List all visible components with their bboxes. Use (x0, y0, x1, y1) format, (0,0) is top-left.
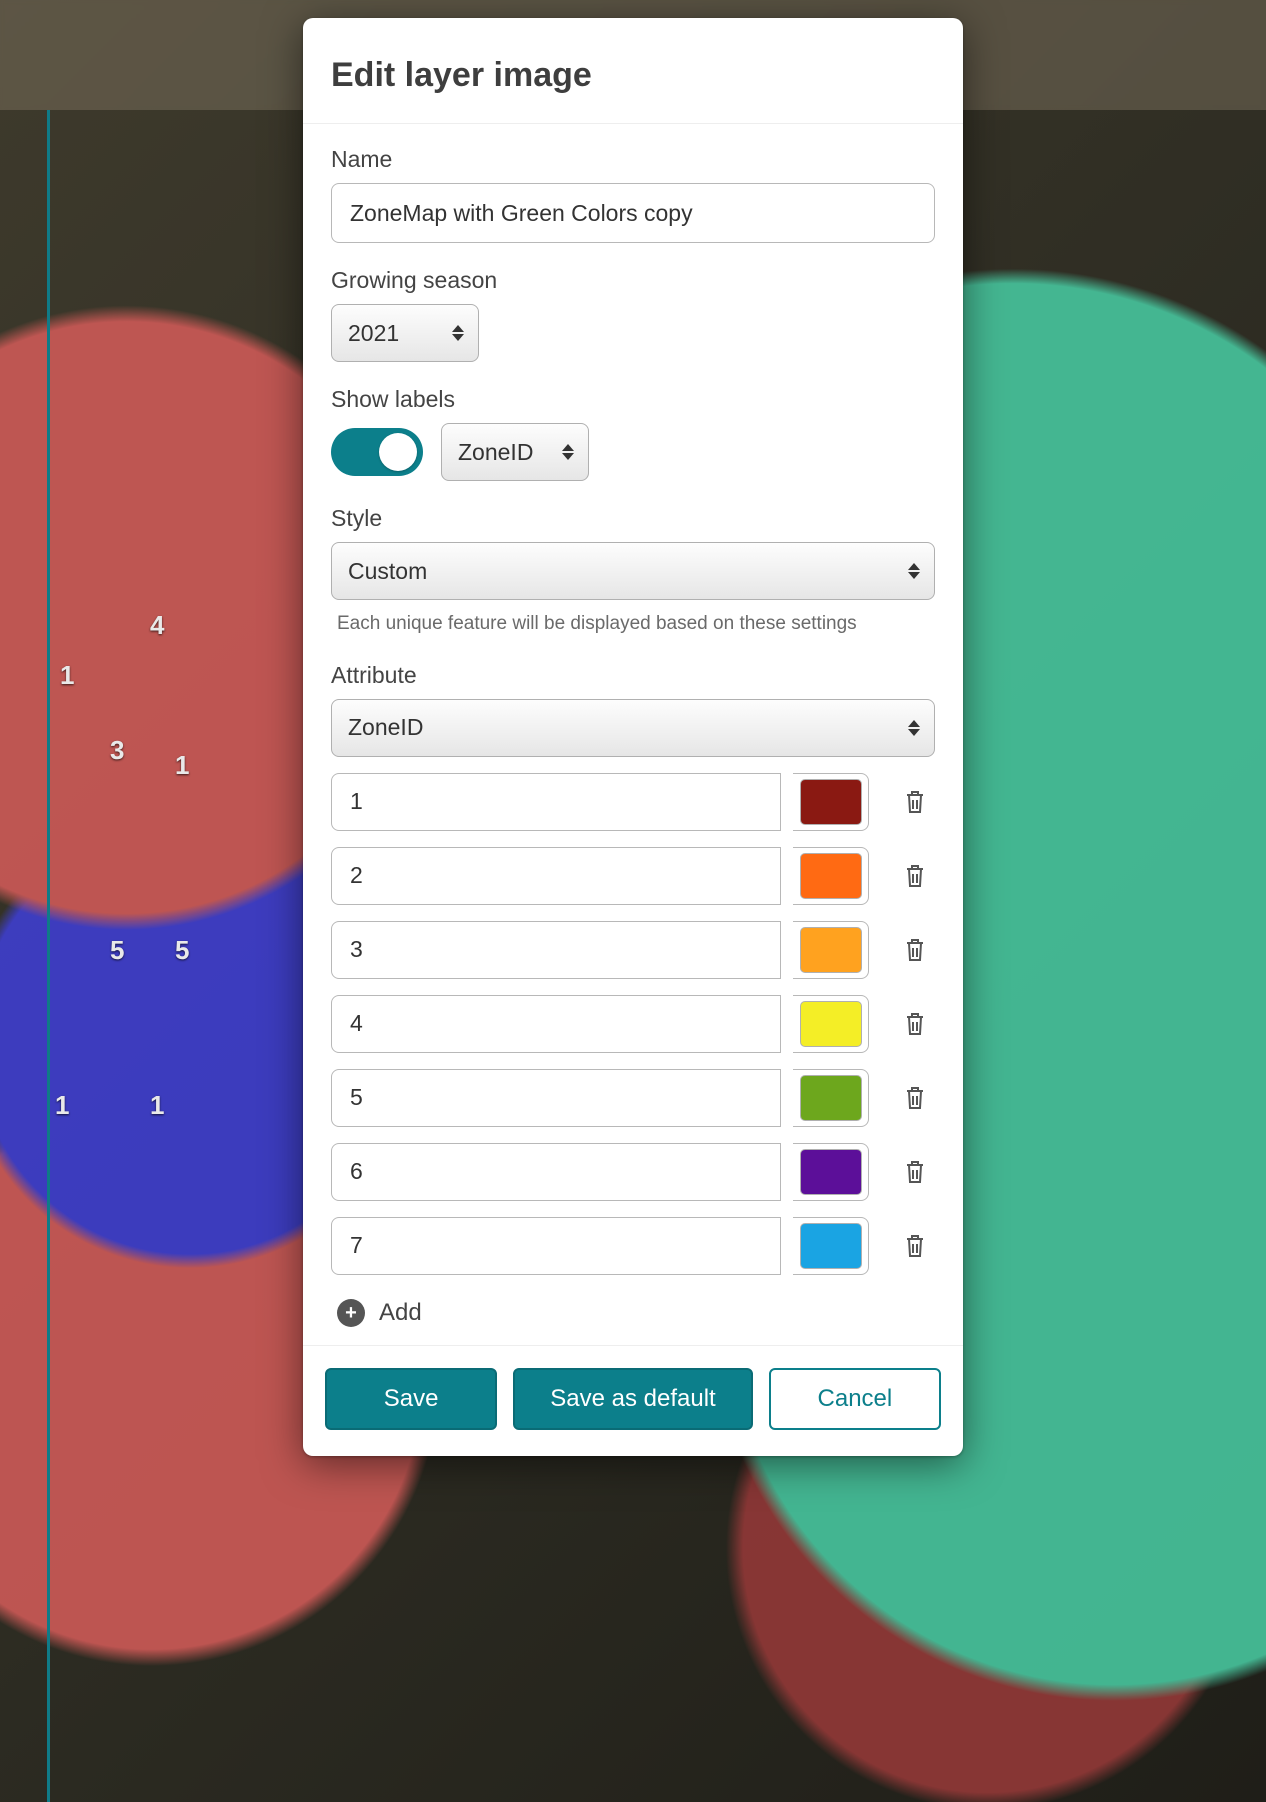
show-labels-label: Show labels (331, 386, 935, 413)
map-zone-label: 5 (110, 935, 124, 966)
toggle-knob (379, 433, 417, 471)
edit-layer-modal: Edit layer image Name Growing season 202… (303, 18, 963, 1456)
season-select[interactable]: 2021 (331, 304, 479, 362)
attribute-value-input[interactable] (331, 773, 781, 831)
color-swatch[interactable] (800, 1223, 862, 1269)
attribute-row (331, 847, 935, 905)
add-attribute-button[interactable]: + Add (337, 1299, 935, 1327)
dropdown-arrows-icon (452, 325, 464, 341)
delete-row-button[interactable] (895, 782, 935, 822)
field-style: Style Custom Each unique feature will be… (331, 505, 935, 638)
style-value: Custom (348, 558, 427, 585)
map-zone-label: 1 (60, 660, 74, 691)
attribute-row (331, 773, 935, 831)
dropdown-arrows-icon (908, 563, 920, 579)
save-default-button-label: Save as default (550, 1385, 715, 1413)
attribute-row (331, 921, 935, 979)
dropdown-arrows-icon (562, 444, 574, 460)
color-swatch[interactable] (800, 1149, 862, 1195)
style-help-text: Each unique feature will be displayed ba… (331, 610, 935, 638)
field-attribute: Attribute ZoneID (331, 662, 935, 1327)
attribute-value-input[interactable] (331, 1069, 781, 1127)
save-button-label: Save (384, 1385, 439, 1413)
attribute-row (331, 995, 935, 1053)
delete-row-button[interactable] (895, 1004, 935, 1044)
map-zone-label: 1 (150, 1090, 164, 1121)
style-select[interactable]: Custom (331, 542, 935, 600)
color-swatch[interactable] (800, 927, 862, 973)
show-labels-toggle[interactable] (331, 428, 423, 476)
save-button[interactable]: Save (325, 1368, 497, 1430)
modal-title: Edit layer image (331, 56, 935, 95)
delete-row-button[interactable] (895, 1226, 935, 1266)
season-label: Growing season (331, 267, 935, 294)
attribute-row (331, 1143, 935, 1201)
cancel-button[interactable]: Cancel (769, 1368, 941, 1430)
field-name: Name (331, 146, 935, 243)
name-label: Name (331, 146, 935, 173)
season-value: 2021 (348, 320, 399, 347)
color-swatch-cell (793, 1217, 869, 1275)
attribute-value-input[interactable] (331, 1143, 781, 1201)
delete-row-button[interactable] (895, 1078, 935, 1118)
attribute-row (331, 1217, 935, 1275)
color-swatch-cell (793, 995, 869, 1053)
attribute-select[interactable]: ZoneID (331, 699, 935, 757)
attribute-label: Attribute (331, 662, 935, 689)
style-label: Style (331, 505, 935, 532)
delete-row-button[interactable] (895, 930, 935, 970)
color-swatch-cell (793, 1143, 869, 1201)
attribute-color-rows (331, 773, 935, 1275)
map-zone-label: 4 (150, 610, 164, 641)
attribute-value-input[interactable] (331, 1217, 781, 1275)
map-zone-label: 5 (175, 935, 189, 966)
modal-footer: Save Save as default Cancel (303, 1345, 963, 1456)
attribute-value-input[interactable] (331, 995, 781, 1053)
labels-field-value: ZoneID (458, 439, 533, 466)
modal-body: Name Growing season 2021 Show labels Zon… (303, 124, 963, 1345)
map-zone-label: 3 (110, 735, 124, 766)
plus-circle-icon: + (337, 1299, 365, 1327)
attribute-value: ZoneID (348, 714, 423, 741)
dropdown-arrows-icon (908, 720, 920, 736)
map-zone-label: 1 (55, 1090, 69, 1121)
labels-field-select[interactable]: ZoneID (441, 423, 589, 481)
save-as-default-button[interactable]: Save as default (513, 1368, 753, 1430)
modal-header: Edit layer image (303, 18, 963, 124)
field-show-labels: Show labels ZoneID (331, 386, 935, 481)
color-swatch-cell (793, 773, 869, 831)
attribute-value-input[interactable] (331, 847, 781, 905)
field-growing-season: Growing season 2021 (331, 267, 935, 362)
delete-row-button[interactable] (895, 1152, 935, 1192)
color-swatch-cell (793, 847, 869, 905)
color-swatch[interactable] (800, 853, 862, 899)
color-swatch[interactable] (800, 779, 862, 825)
name-input[interactable] (331, 183, 935, 243)
color-swatch-cell (793, 921, 869, 979)
add-label: Add (379, 1299, 422, 1327)
map-zone-label: 1 (175, 750, 189, 781)
attribute-row (331, 1069, 935, 1127)
color-swatch[interactable] (800, 1001, 862, 1047)
attribute-value-input[interactable] (331, 921, 781, 979)
color-swatch-cell (793, 1069, 869, 1127)
delete-row-button[interactable] (895, 856, 935, 896)
color-swatch[interactable] (800, 1075, 862, 1121)
cancel-button-label: Cancel (818, 1385, 893, 1413)
